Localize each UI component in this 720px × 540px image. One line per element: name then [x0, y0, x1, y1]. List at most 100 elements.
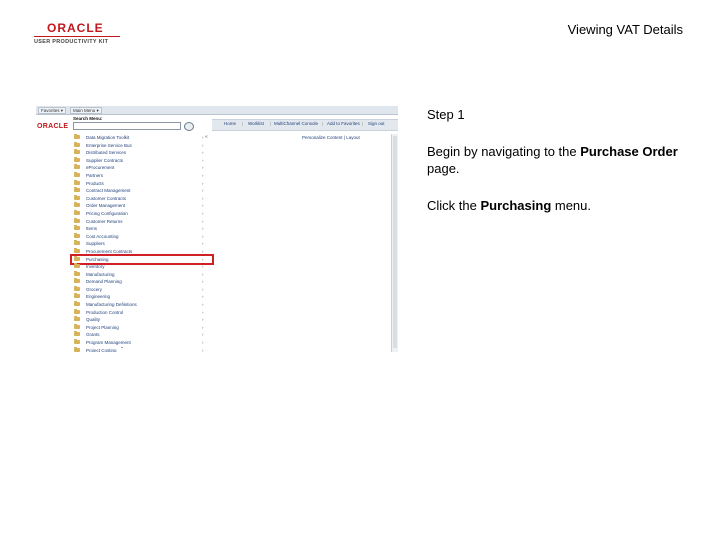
menu-item[interactable]: Quality ›	[72, 316, 212, 324]
menu-item[interactable]: Grocery ›	[72, 285, 212, 294]
menu-item[interactable]: Grants ›	[72, 331, 212, 339]
folder-icon	[74, 217, 80, 223]
menu-item[interactable]: Cost Accounting ›	[72, 232, 212, 241]
vertical-scrollbar[interactable]	[391, 134, 398, 352]
menu-item-label: Demand Planning	[86, 279, 122, 285]
folder-icon	[74, 339, 80, 345]
folder-icon	[74, 247, 80, 253]
tab-favorites[interactable]: Favorites ▾	[38, 107, 67, 114]
instruction-click: Click the Purchasing menu.	[427, 197, 697, 214]
main-menu-list: Data Migration Toolkit › Enterprise Servic…	[70, 134, 214, 352]
menu-item-label: Items	[86, 226, 98, 232]
chevron-right-icon: ›	[202, 317, 204, 323]
step-number: Step 1	[427, 107, 465, 122]
nav-separator: |	[242, 121, 244, 126]
menu-item[interactable]: Production Control ›	[72, 308, 212, 317]
nav-link-worklist[interactable]: Worklist	[248, 121, 264, 126]
menu-item-label: Project Costing	[86, 347, 117, 352]
folder-icon	[74, 134, 80, 139]
menu-item[interactable]: Demand Planning ›	[72, 278, 212, 286]
menu-item-label: Project Planning	[86, 324, 119, 330]
menu-item-label: Contract Management	[86, 188, 131, 194]
chevron-right-icon: ›	[202, 233, 204, 239]
chevron-right-icon: ›	[202, 294, 204, 300]
menu-item[interactable]: Manufacturing Definitions ›	[72, 301, 212, 309]
chevron-right-icon: ›	[202, 180, 204, 186]
oracle-upk-logo: ORACLE USER PRODUCTIVITY KIT	[34, 22, 124, 48]
folder-icon	[74, 346, 80, 352]
folder-icon	[74, 179, 80, 185]
scrollbar-thumb[interactable]	[393, 136, 397, 348]
nav-link-add-to-favorites[interactable]: Add to Favorites	[327, 121, 360, 126]
menu-item[interactable]: Customer Contracts ›	[72, 194, 212, 203]
menu-item[interactable]: Project Planning ›	[72, 323, 212, 332]
menu-item[interactable]: eProcurement ›	[72, 164, 212, 172]
menu-item[interactable]: Engineering ›	[72, 293, 212, 301]
tab-main-menu[interactable]: Main Menu ▾	[70, 107, 102, 114]
chevron-right-icon: ›	[202, 256, 204, 262]
folder-icon	[74, 301, 80, 307]
more-items-icon[interactable]: ⌄	[120, 344, 124, 350]
folder-icon	[74, 308, 80, 314]
menu-item[interactable]: Manufacturing ›	[72, 270, 212, 279]
search-go-icon[interactable]	[184, 122, 194, 131]
folder-icon	[74, 164, 80, 170]
menu-item[interactable]: Enterprise Service Bus ›	[72, 141, 212, 150]
menu-item[interactable]: Data Migration Toolkit ›	[72, 134, 212, 142]
nav-link-multichannel-console[interactable]: MultiChannel Console	[274, 121, 318, 126]
menu-item-label: Manufacturing	[86, 271, 115, 277]
folder-icon	[74, 331, 80, 337]
chevron-right-icon: ›	[202, 241, 204, 247]
menu-item[interactable]: Purchasing ›	[70, 253, 214, 265]
menu-item[interactable]: Contract Management ›	[72, 187, 212, 195]
search-menu-input[interactable]	[73, 122, 181, 130]
nav-separator: |	[322, 121, 324, 126]
folder-icon	[74, 232, 80, 238]
oracle-logo-text: ORACLE	[47, 21, 104, 35]
menu-item[interactable]: Procurement Contracts ›	[72, 247, 212, 256]
header-nav-links: Home | Worklist | MultiChannel Console |…	[212, 119, 398, 131]
folder-icon	[74, 263, 80, 269]
menu-item-label: Enterprise Service Bus	[86, 142, 132, 148]
instruction-panel: Step 1 Begin by navigating to the Purcha…	[427, 106, 697, 234]
menu-item-label: Products	[86, 180, 104, 186]
folder-icon	[74, 240, 80, 246]
menu-item-label: Pricing Configuration	[86, 210, 128, 216]
menu-item[interactable]: Program Management ›	[72, 339, 212, 347]
menu-item[interactable]: Inventory ›	[72, 263, 212, 271]
folder-icon	[74, 285, 80, 291]
folder-icon	[74, 316, 80, 322]
menu-item-label: Procurement Contracts	[86, 248, 133, 254]
folder-icon	[74, 270, 80, 276]
chevron-right-icon: ›	[202, 309, 204, 315]
chevron-right-icon: ›	[202, 264, 204, 270]
personalize-links[interactable]: Personalize Content | Layout	[302, 135, 360, 140]
nav-link-home[interactable]: Home	[224, 121, 236, 126]
menu-item[interactable]: Distributed Services ›	[72, 149, 212, 157]
menu-item[interactable]: Project Costing ›	[72, 346, 212, 352]
menu-item[interactable]: Suppliers ›	[72, 240, 212, 248]
menu-item[interactable]: Supplier Contracts ›	[72, 156, 212, 165]
instruction-navigate: Begin by navigating to the Purchase Orde…	[427, 143, 697, 177]
chevron-right-icon: ›	[202, 226, 204, 232]
folder-icon	[74, 323, 80, 329]
chevron-right-icon: ›	[202, 332, 204, 338]
search-menu-label: Search Menu:	[73, 116, 103, 121]
menu-item-label: Cost Accounting	[86, 233, 119, 239]
menu-item-label: Order Management	[86, 203, 126, 209]
instruction-emphasis: Purchase Order	[580, 144, 678, 159]
menu-item-label: Engineering	[86, 294, 111, 300]
menu-item[interactable]: Customer Returns ›	[72, 217, 212, 226]
logo-rule	[34, 36, 120, 37]
folder-icon	[74, 278, 80, 284]
nav-link-sign-out[interactable]: Sign out	[368, 121, 385, 126]
page-title: Viewing VAT Details	[567, 22, 683, 37]
menu-item[interactable]: Items ›	[72, 225, 212, 233]
menu-item[interactable]: Partners ›	[72, 171, 212, 180]
chevron-right-icon: ›	[202, 210, 204, 216]
menu-item[interactable]: Pricing Configuration ›	[72, 209, 212, 218]
menu-item[interactable]: Products ›	[72, 179, 212, 188]
nav-separator: |	[270, 121, 272, 126]
folder-icon	[74, 141, 80, 147]
menu-item[interactable]: Order Management ›	[72, 202, 212, 210]
